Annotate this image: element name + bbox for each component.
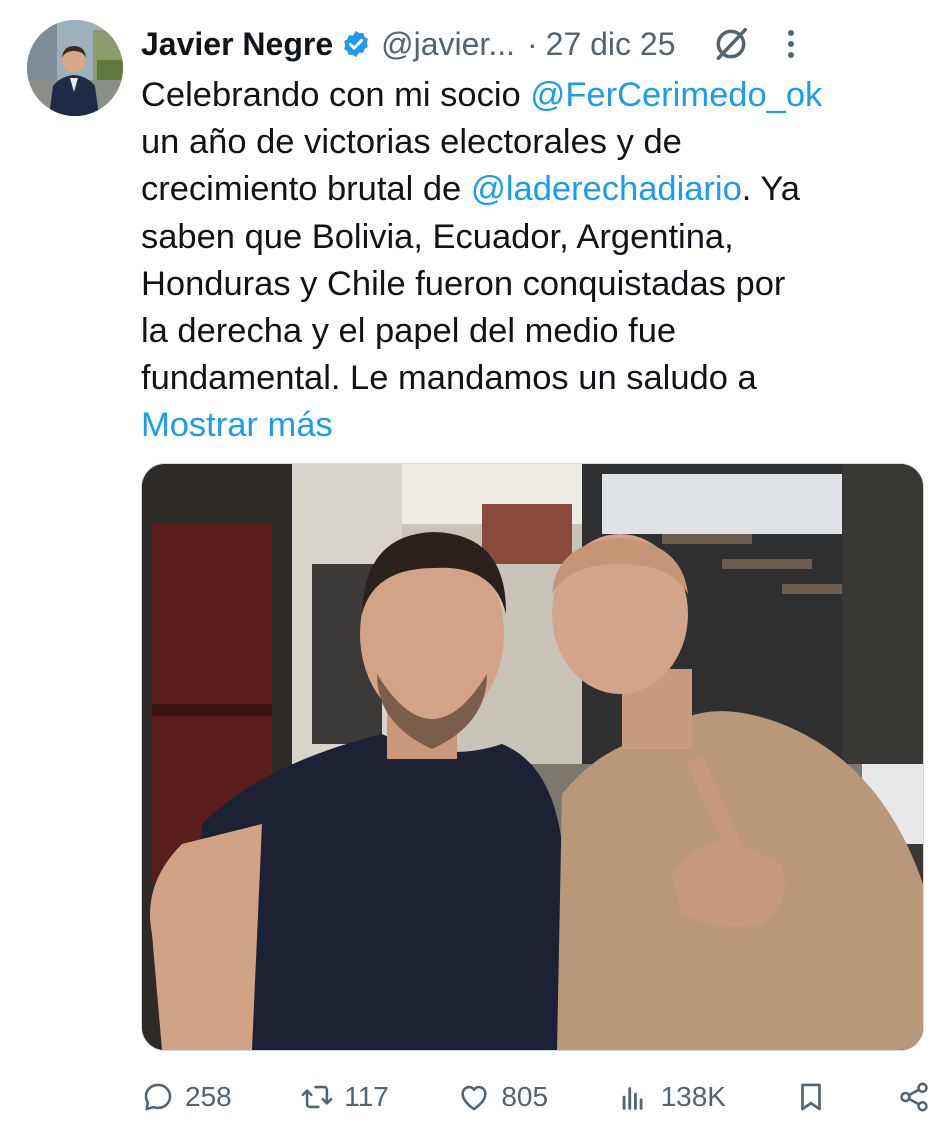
tweet-text-line: la derecha y el papel del medio fue [141,312,677,351]
tweet-text-segment: . Ya [741,170,800,209]
tweet-text-line: Celebrando con mi socio @FerCerimedo_ok [141,72,931,119]
tweet-text-line: fundamental. Le mandamos un saludo a [141,359,757,398]
reply-icon [144,1083,172,1111]
verified-badge-icon [344,30,368,58]
tweet-text-line: Mostrar más [141,402,931,449]
views-icon [622,1087,643,1110]
tweet-text: Celebrando con mi socio @FerCerimedo_ok … [141,72,931,450]
views-count: 138K [660,1081,726,1112]
more-options-icon[interactable] [786,29,796,59]
tweet-text-line: un año de victorias electorales y de [141,123,682,162]
mention-link[interactable]: @laderechadiario [471,170,742,208]
reply-button[interactable]: 258 [141,1080,232,1114]
tweet-photo[interactable] [141,463,924,1051]
retweet-count: 117 [344,1081,389,1112]
tweet-text-segment: Celebrando con mi socio [141,76,531,114]
selfie-photo [142,464,923,1050]
share-button[interactable] [897,1080,931,1114]
heart-icon [461,1085,487,1111]
tweet-text-line: saben que Bolivia, Ecuador, Argentina, [141,217,734,256]
retweet-icon [301,1085,333,1109]
views-button[interactable]: 138K [617,1080,726,1114]
grok-icon[interactable] [712,25,750,63]
tweet-header: Javier Negre @javier... · 27 dic 25 [141,20,930,68]
reply-count: 258 [185,1081,232,1112]
author-handle[interactable]: @javier... [381,20,515,68]
mention-link[interactable]: @FerCerimedo_ok [530,76,822,114]
avatar-photo [27,20,123,116]
author-avatar[interactable] [27,20,123,116]
tweet-text-line: crecimiento brutal de @laderechadiario. … [141,166,931,213]
bookmark-icon [801,1083,822,1111]
like-count: 805 [501,1081,549,1112]
bookmark-button[interactable] [794,1080,828,1114]
tweet-action-bar: 258 117 805 138K [141,1072,931,1122]
retweet-button[interactable]: 117 [300,1080,389,1114]
tweet-text-segment: crecimiento brutal de [141,170,471,209]
tweet-text-line: Honduras y Chile fueron conquistadas por [141,264,786,303]
header-separator: · [526,26,538,62]
show-more-link[interactable]: Mostrar más [141,406,333,444]
like-button[interactable]: 805 [457,1080,548,1114]
author-name[interactable]: Javier Negre [141,20,333,68]
tweet-date[interactable]: 27 dic 25 [546,20,676,68]
share-icon [900,1082,928,1112]
